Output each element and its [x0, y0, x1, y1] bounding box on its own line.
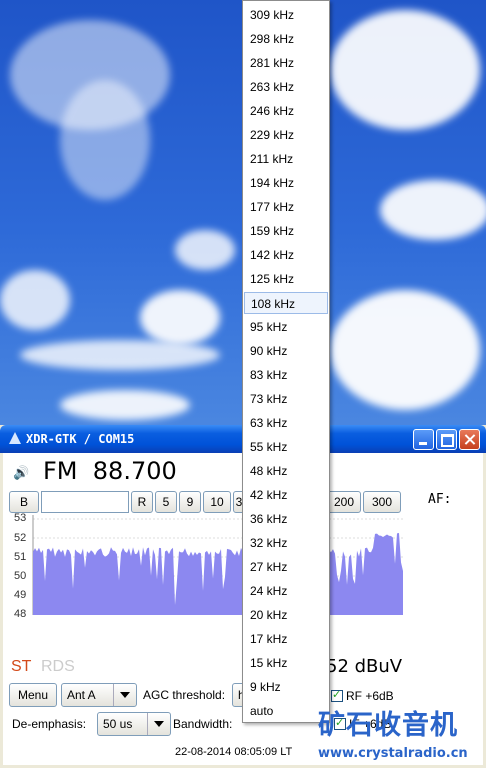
- dropdown-option[interactable]: 24 kHz: [244, 580, 328, 602]
- bw-button-5[interactable]: 5: [155, 491, 177, 513]
- mode-label: FM: [43, 457, 78, 485]
- bw-button-9[interactable]: 9: [179, 491, 201, 513]
- chevron-down-icon: [147, 713, 170, 735]
- dropdown-option[interactable]: 48 kHz: [244, 460, 328, 482]
- dropdown-option[interactable]: 55 kHz: [244, 436, 328, 458]
- dropdown-option[interactable]: 229 kHz: [244, 124, 328, 146]
- speaker-icon[interactable]: 🔊: [13, 465, 29, 481]
- dropdown-option[interactable]: 159 kHz: [244, 220, 328, 242]
- bandwidth-label: Bandwidth:: [173, 717, 233, 731]
- dropdown-option[interactable]: 20 kHz: [244, 604, 328, 626]
- r-button[interactable]: R: [131, 491, 153, 513]
- app-icon: [9, 432, 21, 444]
- signal-level: 52 dBuV: [326, 656, 403, 677]
- dropdown-option[interactable]: 73 kHz: [244, 388, 328, 410]
- dropdown-option[interactable]: 95 kHz: [244, 316, 328, 338]
- antenna-select[interactable]: Ant A: [61, 683, 137, 707]
- watermark-url: www.crystalradio.cn: [318, 746, 468, 761]
- dropdown-option[interactable]: 42 kHz: [244, 484, 328, 506]
- dropdown-option[interactable]: 36 kHz: [244, 508, 328, 530]
- dropdown-option[interactable]: 194 kHz: [244, 172, 328, 194]
- dropdown-option[interactable]: 15 kHz: [244, 652, 328, 674]
- dropdown-option[interactable]: 90 kHz: [244, 340, 328, 362]
- bw-button-300[interactable]: 300: [363, 491, 401, 513]
- window-title: XDR-GTK / COM15: [26, 432, 135, 446]
- dropdown-option[interactable]: 177 kHz: [244, 196, 328, 218]
- dropdown-option[interactable]: 63 kHz: [244, 412, 328, 434]
- bw-button-200[interactable]: 200: [327, 491, 361, 513]
- dropdown-option[interactable]: 246 kHz: [244, 100, 328, 122]
- dropdown-option[interactable]: 32 kHz: [244, 532, 328, 554]
- menu-button[interactable]: Menu: [9, 683, 57, 707]
- chevron-down-icon: [113, 684, 136, 706]
- bw-button-10[interactable]: 10: [203, 491, 231, 513]
- rf-label: RF +6dB: [346, 689, 394, 703]
- dropdown-option[interactable]: 211 kHz: [244, 148, 328, 170]
- frequency-entry[interactable]: [41, 491, 129, 513]
- minimize-button[interactable]: [413, 429, 434, 450]
- maximize-button[interactable]: [436, 429, 457, 450]
- dropdown-option[interactable]: 142 kHz: [244, 244, 328, 266]
- antenna-value: Ant A: [67, 688, 96, 702]
- signal-trace: [33, 533, 403, 615]
- dropdown-option[interactable]: 108 kHz: [244, 292, 328, 314]
- dropdown-option[interactable]: 281 kHz: [244, 52, 328, 74]
- frequency-display: FM 88.700: [43, 457, 177, 485]
- stereo-indicator: ST: [11, 658, 32, 675]
- rf-checkbox[interactable]: [331, 688, 343, 702]
- dropdown-option[interactable]: 125 kHz: [244, 268, 328, 290]
- af-label: AF:: [428, 492, 452, 507]
- deemphasis-select[interactable]: 50 us: [97, 712, 171, 736]
- dropdown-option[interactable]: 17 kHz: [244, 628, 328, 650]
- bandwidth-dropdown-list[interactable]: 309 kHz 298 kHz 281 kHz 263 kHz 246 kHz 229 k…: [242, 0, 330, 723]
- deemphasis-label: De-emphasis:: [12, 717, 87, 731]
- dropdown-option[interactable]: 9 kHz: [244, 676, 328, 698]
- dropdown-option[interactable]: 27 kHz: [244, 556, 328, 578]
- agc-label: AGC threshold:: [143, 688, 226, 702]
- b-button[interactable]: B: [9, 491, 39, 513]
- close-button[interactable]: [459, 429, 480, 450]
- status-timestamp: 22-08-2014 08:05:09 LT: [175, 746, 293, 758]
- deemphasis-value: 50 us: [103, 717, 133, 731]
- watermark-logo: 矿石收音机: [318, 710, 458, 741]
- dropdown-option[interactable]: auto: [244, 700, 328, 722]
- rds-indicator: RDS: [41, 658, 75, 675]
- dropdown-option[interactable]: 263 kHz: [244, 76, 328, 98]
- dropdown-option[interactable]: 309 kHz: [244, 4, 328, 26]
- dropdown-option[interactable]: 298 kHz: [244, 28, 328, 50]
- dropdown-option[interactable]: 83 kHz: [244, 364, 328, 386]
- frequency-value: 88.700: [92, 457, 177, 485]
